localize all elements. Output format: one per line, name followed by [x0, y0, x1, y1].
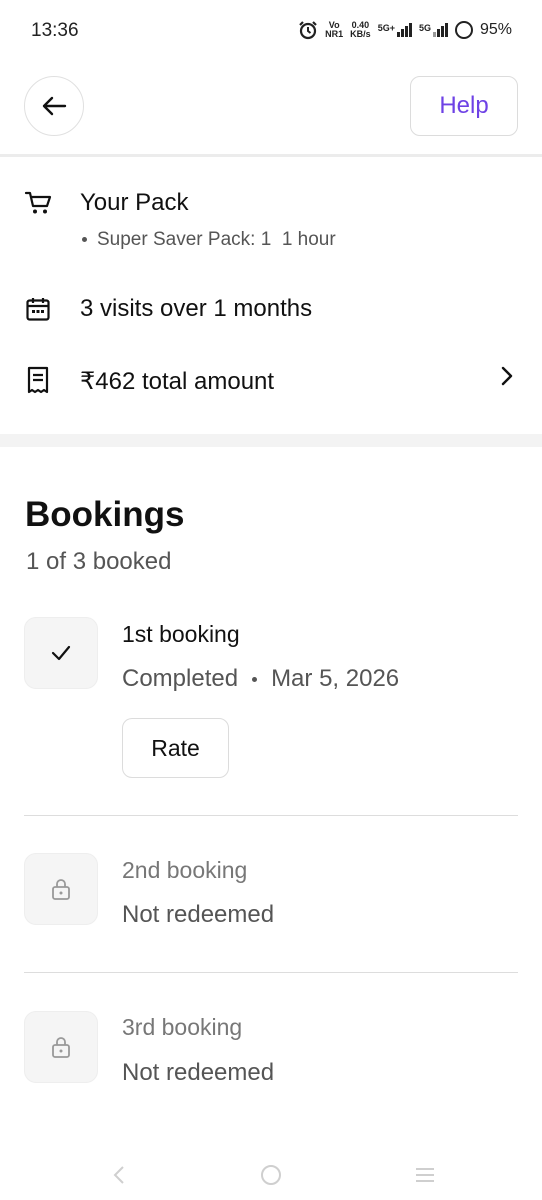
check-icon — [51, 645, 71, 661]
booking-1-title: 1st booking — [122, 621, 240, 647]
booking-2-title: 2nd booking — [122, 857, 248, 883]
signal-bars-icon — [396, 23, 412, 37]
status-bar: 13:36 Vo NR1 0.40 KB/s 5G+ 5G 95% — [0, 0, 542, 64]
signal-sim2: 5G — [419, 23, 448, 37]
nav-home-icon[interactable] — [256, 1160, 286, 1190]
lock-icon — [52, 879, 70, 900]
section-separator — [0, 434, 542, 447]
pack-item: Super Saver Pack: 1 1 hour — [80, 229, 336, 251]
status-time: 13:36 — [31, 20, 79, 41]
nav-recents-icon[interactable] — [410, 1160, 440, 1190]
booking-1-status: Completed Mar 5, 2026 — [122, 665, 400, 692]
bookings-heading: Bookings — [25, 495, 185, 534]
total-amount-row[interactable]: ₹462 total amount — [0, 355, 542, 405]
signal-sim1: 5G+ — [378, 23, 412, 37]
bullet — [82, 237, 87, 243]
calendar-icon — [24, 295, 52, 323]
booking-1-status-tile — [24, 617, 98, 689]
cart-icon — [24, 189, 52, 217]
booking-divider — [24, 815, 518, 816]
pack-title: Your Pack — [80, 189, 189, 216]
booking-2-status-tile — [24, 853, 98, 925]
signal-bars-icon — [432, 23, 448, 37]
battery-icon — [454, 21, 473, 39]
booking-3-status-tile — [24, 1011, 98, 1083]
bookings-summary: 1 of 3 booked — [26, 548, 172, 575]
help-button[interactable]: Help — [410, 76, 518, 136]
back-button[interactable] — [24, 76, 84, 136]
receipt-icon — [24, 366, 52, 394]
bullet — [252, 677, 258, 683]
lock-icon — [52, 1037, 70, 1058]
booking-1-date: Mar 5, 2026 — [271, 665, 400, 692]
booking-divider — [24, 972, 518, 973]
system-nav-bar — [0, 1150, 542, 1200]
rate-button[interactable]: Rate — [122, 718, 229, 778]
booking-2-status: Not redeemed — [122, 901, 275, 928]
booking-3-title: 3rd booking — [122, 1014, 243, 1040]
nav-back-icon[interactable] — [104, 1160, 134, 1190]
arrow-left-icon — [42, 96, 67, 116]
header-divider — [0, 154, 542, 157]
status-icons: Vo NR1 0.40 KB/s 5G+ 5G 95% — [298, 20, 512, 40]
alarm-icon — [299, 21, 317, 40]
booking-3-status: Not redeemed — [122, 1059, 275, 1086]
network-speed: 0.40 KB/s — [350, 20, 371, 39]
battery-level: 95% — [479, 21, 512, 38]
total-amount-text: ₹462 total amount — [80, 368, 275, 395]
volte-indicator: Vo NR1 — [325, 20, 344, 39]
chevron-right-icon[interactable] — [495, 364, 519, 388]
visits-text: 3 visits over 1 months — [80, 295, 313, 322]
